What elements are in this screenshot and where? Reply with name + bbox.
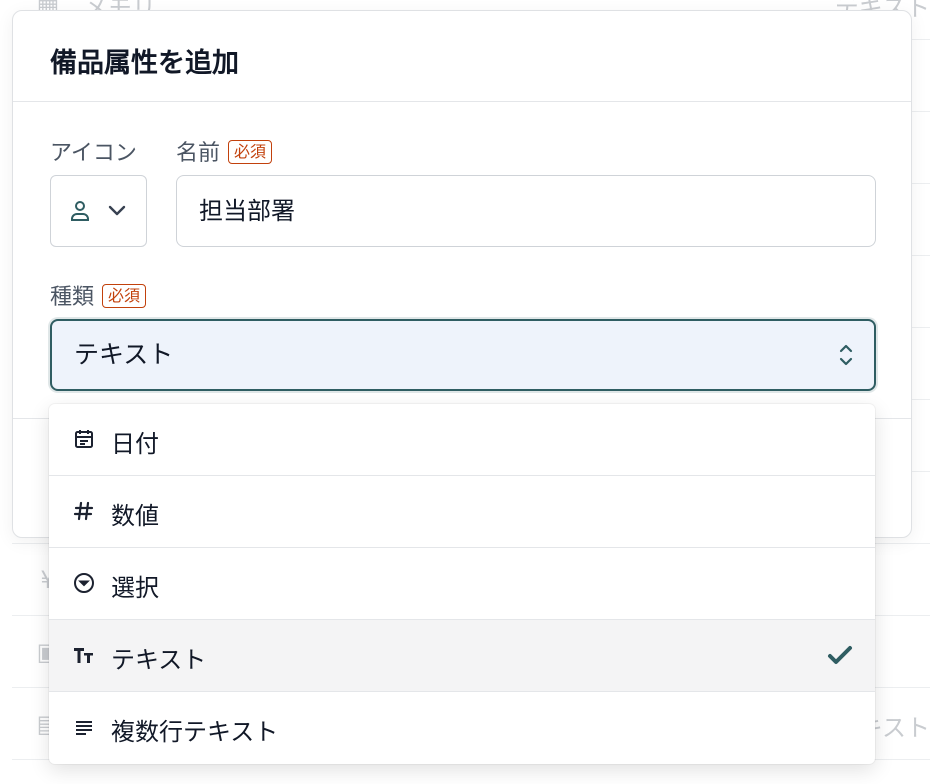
dropdown-option-date[interactable]: 日付 (49, 404, 875, 476)
required-badge: 必須 (102, 284, 147, 308)
type-select-value: テキスト (74, 340, 174, 369)
option-label: 数値 (111, 502, 159, 530)
type-dropdown-menu: 日付 数値 選択 テキスト 複数行テキスト (49, 404, 875, 764)
name-label-text: 名前 (176, 141, 221, 166)
circle-chevron-down-icon (74, 573, 94, 593)
name-input[interactable]: 担当部署 (176, 175, 876, 247)
user-icon (71, 201, 89, 221)
chevron-down-icon (108, 205, 126, 216)
hash-icon (73, 501, 94, 521)
type-select[interactable]: テキスト (50, 319, 876, 391)
dropdown-option-multiline-text[interactable]: 複数行テキスト (49, 692, 875, 764)
option-label: 選択 (111, 574, 159, 602)
option-label: 複数行テキスト (111, 718, 279, 746)
text-type-icon (74, 648, 93, 663)
modal-header: 備品属性を追加 (13, 11, 911, 102)
dropdown-option-text[interactable]: テキスト (49, 620, 875, 692)
checkmark-icon (828, 646, 852, 664)
name-label: 名前 必須 (176, 135, 273, 167)
icon-select[interactable] (50, 175, 147, 247)
chevron-up-down-icon (839, 344, 853, 366)
option-label: 日付 (111, 430, 159, 458)
type-label: 種類 必須 (50, 279, 147, 311)
modal-title: 備品属性を追加 (50, 48, 239, 79)
dropdown-option-number[interactable]: 数値 (49, 476, 875, 548)
lines-icon (76, 721, 92, 735)
required-badge: 必須 (228, 140, 273, 164)
option-label: テキスト (111, 646, 207, 674)
dropdown-option-select[interactable]: 選択 (49, 548, 875, 620)
type-label-text: 種類 (50, 285, 95, 310)
calendar-icon (75, 430, 93, 448)
icon-label: アイコン (50, 141, 137, 166)
